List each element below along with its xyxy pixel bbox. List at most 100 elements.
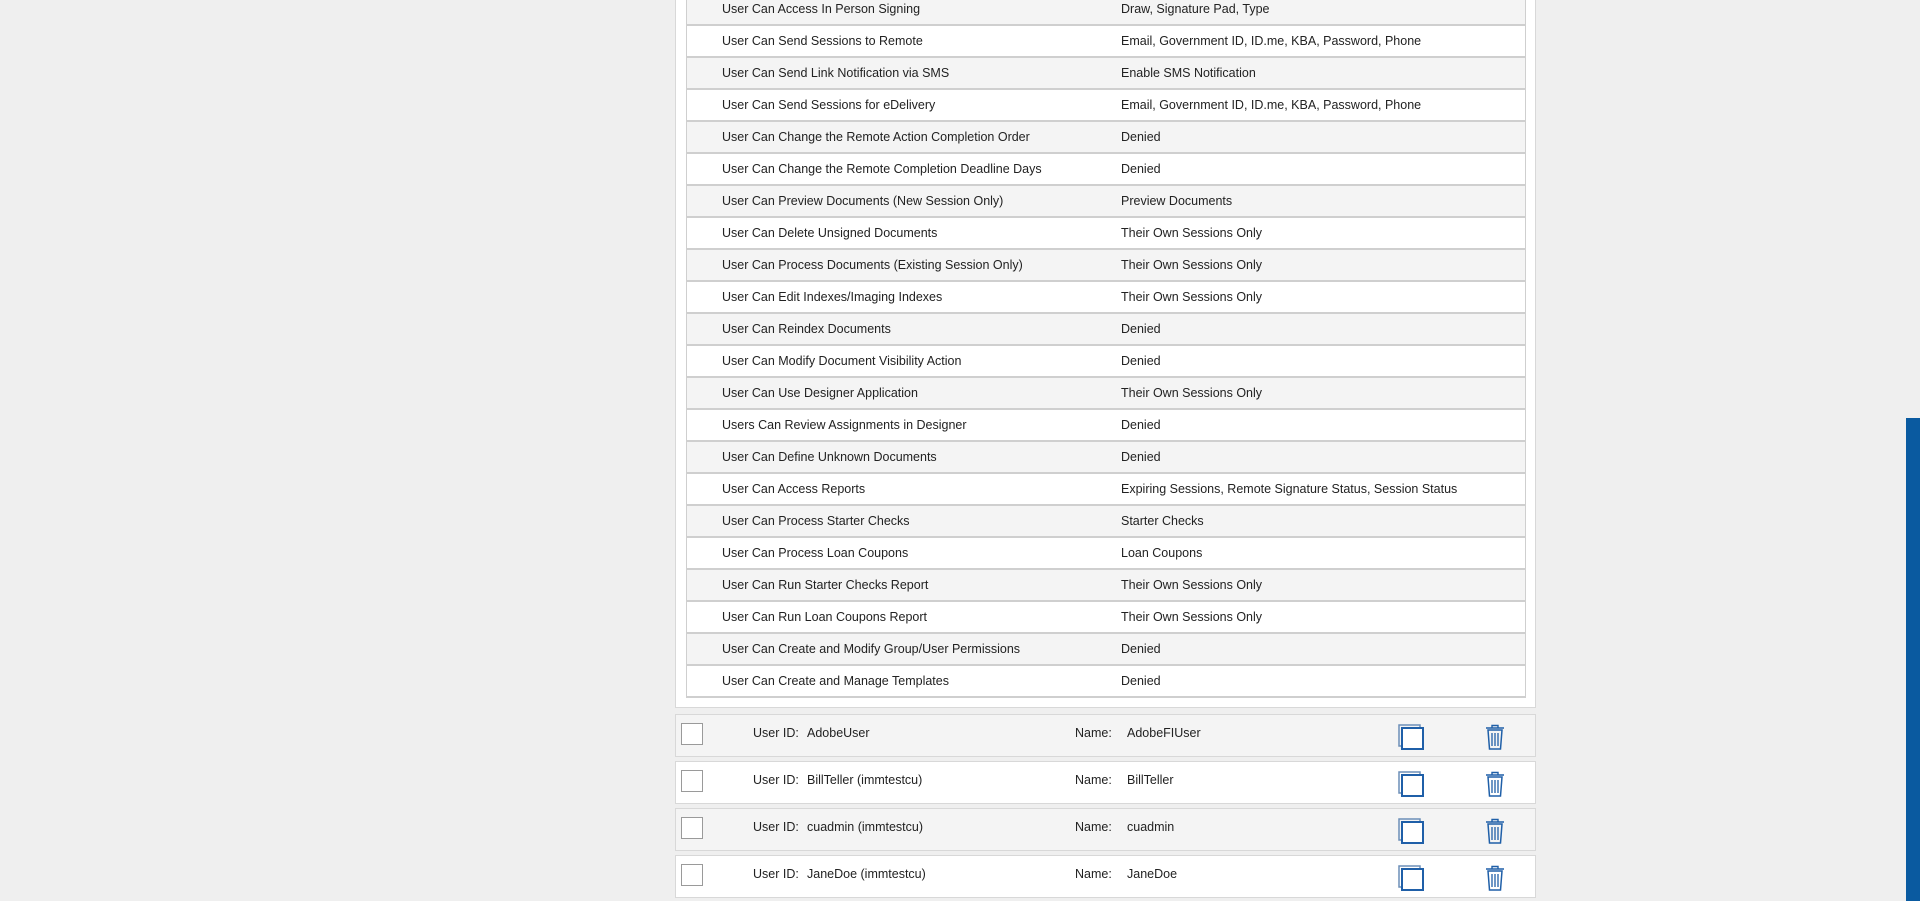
permission-row: User Can Change the Remote Action Comple…: [686, 122, 1526, 154]
permission-value: Email, Government ID, ID.me, KBA, Passwo…: [1121, 34, 1422, 48]
permission-name: Users Can Review Assignments in Designer: [722, 418, 967, 432]
copy-icon[interactable]: [1397, 864, 1425, 892]
permission-name: User Can Process Loan Coupons: [722, 546, 909, 560]
scrollbar-thumb[interactable]: [1906, 418, 1920, 901]
trash-icon[interactable]: [1483, 817, 1507, 845]
permission-name: User Can Create and Manage Templates: [722, 674, 949, 688]
permission-name: User Can Access In Person Signing: [722, 2, 921, 16]
permission-row: User Can Define Unknown Documents Denied: [686, 442, 1526, 474]
user-row: User ID: AdobeUser Name: AdobeFIUser: [675, 714, 1536, 757]
permission-row: User Can Process Loan Coupons Loan Coupo…: [686, 538, 1526, 570]
user-select-checkbox[interactable]: [681, 770, 703, 792]
user-id-label: User ID:: [753, 867, 799, 881]
permission-value: Loan Coupons: [1121, 546, 1203, 560]
permissions-panel: User Can Access In Person Signing Draw, …: [675, 0, 1536, 708]
permission-row: User Can Create and Manage Templates Den…: [686, 666, 1526, 698]
name-value: AdobeFIUser: [1127, 726, 1201, 740]
trash-icon[interactable]: [1483, 770, 1507, 798]
permission-value: Denied: [1121, 130, 1161, 144]
permission-value: Draw, Signature Pad, Type: [1121, 2, 1270, 16]
permission-row: User Can Change the Remote Completion De…: [686, 154, 1526, 186]
trash-icon[interactable]: [1483, 864, 1507, 892]
permission-row: User Can Access In Person Signing Draw, …: [686, 0, 1526, 26]
permission-row: User Can Edit Indexes/Imaging Indexes Th…: [686, 282, 1526, 314]
permission-value: Their Own Sessions Only: [1121, 226, 1263, 240]
name-label: Name:: [1075, 820, 1112, 834]
permission-row: User Can Delete Unsigned Documents Their…: [686, 218, 1526, 250]
permission-name: User Can Send Sessions for eDelivery: [722, 98, 936, 112]
permission-name: User Can Process Documents (Existing Ses…: [722, 258, 1023, 272]
permission-row: User Can Send Link Notification via SMS …: [686, 58, 1526, 90]
user-row: User ID: JaneDoe (immtestcu) Name: JaneD…: [675, 855, 1536, 898]
user-id-value: AdobeUser: [807, 726, 870, 740]
permission-name: User Can Run Starter Checks Report: [722, 578, 929, 592]
name-label: Name:: [1075, 726, 1112, 740]
permission-name: User Can Use Designer Application: [722, 386, 918, 400]
permission-value: Denied: [1121, 450, 1161, 464]
name-label: Name:: [1075, 773, 1112, 787]
permission-row: User Can Reindex Documents Denied: [686, 314, 1526, 346]
trash-icon[interactable]: [1483, 723, 1507, 751]
user-id-label: User ID:: [753, 820, 799, 834]
permission-row: User Can Send Sessions to Remote Email, …: [686, 26, 1526, 58]
user-select-checkbox[interactable]: [681, 723, 703, 745]
permission-value: Starter Checks: [1121, 514, 1204, 528]
permission-value: Their Own Sessions Only: [1121, 258, 1263, 272]
permission-value: Denied: [1121, 642, 1161, 656]
permission-name: User Can Edit Indexes/Imaging Indexes: [722, 290, 943, 304]
permission-row: User Can Run Starter Checks Report Their…: [686, 570, 1526, 602]
permission-value: Denied: [1121, 418, 1161, 432]
permission-value: Expiring Sessions, Remote Signature Stat…: [1121, 482, 1458, 496]
user-id-label: User ID:: [753, 726, 799, 740]
permission-value: Denied: [1121, 674, 1161, 688]
permission-name: User Can Modify Document Visibility Acti…: [722, 354, 962, 368]
permission-name: User Can Reindex Documents: [722, 322, 891, 336]
permissions-table: User Can Access In Person Signing Draw, …: [686, 0, 1526, 698]
permission-value: Their Own Sessions Only: [1121, 290, 1263, 304]
user-row: User ID: BillTeller (immtestcu) Name: Bi…: [675, 761, 1536, 804]
permission-name: User Can Send Link Notification via SMS: [722, 66, 950, 80]
permission-name: User Can Run Loan Coupons Report: [722, 610, 927, 624]
permission-name: User Can Create and Modify Group/User Pe…: [722, 642, 1021, 656]
permission-value: Preview Documents: [1121, 194, 1233, 208]
permission-row: Users Can Review Assignments in Designer…: [686, 410, 1526, 442]
permission-name: User Can Send Sessions to Remote: [722, 34, 923, 48]
permission-name: User Can Access Reports: [722, 482, 866, 496]
permission-row: User Can Process Documents (Existing Ses…: [686, 250, 1526, 282]
copy-icon[interactable]: [1397, 723, 1425, 751]
permission-row: User Can Send Sessions for eDelivery Ema…: [686, 90, 1526, 122]
permission-name: User Can Process Starter Checks: [722, 514, 910, 528]
permission-name: User Can Preview Documents (New Session …: [722, 194, 1004, 208]
permission-value: Denied: [1121, 322, 1161, 336]
permission-row: User Can Create and Modify Group/User Pe…: [686, 634, 1526, 666]
user-select-checkbox[interactable]: [681, 817, 703, 839]
permission-value: Denied: [1121, 162, 1161, 176]
permission-row: User Can Run Loan Coupons Report Their O…: [686, 602, 1526, 634]
name-value: cuadmin: [1127, 820, 1175, 834]
name-value: BillTeller: [1127, 773, 1174, 787]
name-value: JaneDoe: [1127, 867, 1178, 881]
user-id-value: BillTeller (immtestcu): [807, 773, 923, 787]
permission-name: User Can Define Unknown Documents: [722, 450, 937, 464]
copy-icon[interactable]: [1397, 817, 1425, 845]
permission-name: User Can Change the Remote Action Comple…: [722, 130, 1030, 144]
page: User Can Access In Person Signing Draw, …: [0, 0, 1920, 901]
permission-value: Enable SMS Notification: [1121, 66, 1256, 80]
user-id-value: JaneDoe (immtestcu): [807, 867, 926, 881]
permission-row: User Can Preview Documents (New Session …: [686, 186, 1526, 218]
permission-row: User Can Modify Document Visibility Acti…: [686, 346, 1526, 378]
permission-row: User Can Use Designer Application Their …: [686, 378, 1526, 410]
copy-icon[interactable]: [1397, 770, 1425, 798]
permission-name: User Can Delete Unsigned Documents: [722, 226, 938, 240]
user-id-value: cuadmin (immtestcu): [807, 820, 923, 834]
permission-value: Their Own Sessions Only: [1121, 610, 1263, 624]
permission-value: Email, Government ID, ID.me, KBA, Passwo…: [1121, 98, 1422, 112]
permission-value: Their Own Sessions Only: [1121, 386, 1263, 400]
permission-value: Denied: [1121, 354, 1161, 368]
user-id-label: User ID:: [753, 773, 799, 787]
permission-row: User Can Process Starter Checks Starter …: [686, 506, 1526, 538]
user-select-checkbox[interactable]: [681, 864, 703, 886]
permission-value: Their Own Sessions Only: [1121, 578, 1263, 592]
permission-row: User Can Access Reports Expiring Session…: [686, 474, 1526, 506]
permission-name: User Can Change the Remote Completion De…: [722, 162, 1042, 176]
